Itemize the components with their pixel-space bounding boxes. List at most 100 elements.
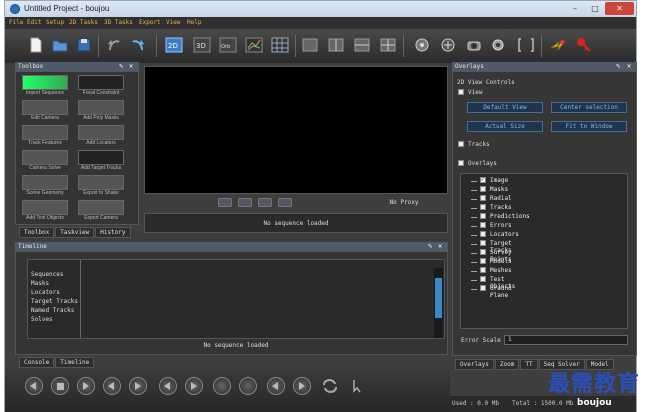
vertical-scrollbar[interactable] — [434, 268, 443, 338]
go-to-start-icon[interactable] — [25, 377, 43, 395]
new-file-icon[interactable] — [27, 36, 45, 54]
checkbox[interactable] — [480, 249, 486, 255]
tool-focal-constraint[interactable]: Focal Constraint — [74, 74, 128, 98]
minimize-button[interactable]: – — [565, 2, 585, 15]
fast-forward-icon[interactable] — [185, 377, 203, 395]
tab-timeline[interactable]: Timeline — [55, 357, 95, 368]
frame-icon[interactable] — [238, 198, 252, 207]
menu-3d-tasks[interactable]: 3D Tasks — [104, 19, 133, 26]
pin-icon[interactable]: ✎ — [616, 62, 620, 70]
undo-icon[interactable] — [105, 36, 123, 54]
reset-icon[interactable] — [213, 377, 231, 395]
menu-file[interactable]: File — [9, 19, 23, 26]
step-back-icon[interactable] — [103, 377, 121, 395]
step-forward-icon[interactable] — [129, 377, 147, 395]
save-icon[interactable] — [75, 36, 93, 54]
timeline-row[interactable]: Target Tracks — [31, 298, 78, 305]
proxy-label[interactable]: No Proxy — [374, 199, 434, 206]
checkbox[interactable] — [480, 267, 486, 273]
stop-icon[interactable] — [51, 377, 69, 395]
timeline-tracks[interactable]: Sequences Masks Locators Target Tracks N… — [27, 259, 445, 339]
tool-export-to-shake[interactable]: Export to Shake — [74, 174, 128, 198]
tool-add-poly-masks[interactable]: Add Poly Masks — [74, 99, 128, 123]
center-selection-button[interactable]: Center selection — [551, 102, 627, 113]
error-scale-field[interactable]: 1 — [504, 335, 628, 345]
checkbox[interactable] — [480, 204, 486, 210]
tool-add-locators[interactable]: Add Locators — [74, 124, 128, 148]
close-icon[interactable]: ✕ — [438, 242, 442, 250]
tab-toolbox[interactable]: Toolbox — [19, 227, 55, 238]
view-2d-icon[interactable]: 2D — [165, 36, 183, 54]
menu-view[interactable]: View — [166, 19, 180, 26]
tab-console[interactable]: Console — [19, 357, 55, 368]
layout-split-icon[interactable] — [327, 36, 345, 54]
loop-icon[interactable] — [321, 377, 339, 395]
timeline-row[interactable]: Masks — [31, 280, 49, 287]
refresh-icon[interactable] — [239, 377, 257, 395]
grid-view-icon[interactable] — [271, 36, 289, 54]
snapshot-icon[interactable] — [218, 198, 232, 207]
camera-view-icon[interactable] — [491, 36, 509, 54]
pointer-icon[interactable] — [347, 377, 365, 395]
tool-add-test-objects[interactable]: Add Test Objects — [18, 199, 72, 223]
prev-key-icon[interactable] — [267, 377, 285, 395]
checkbox[interactable]: ✓ — [480, 176, 486, 183]
menu-help[interactable]: Help — [187, 19, 201, 26]
timeline-row[interactable]: Locators — [31, 289, 60, 296]
menu-2d-tasks[interactable]: 2D Tasks — [69, 19, 98, 26]
redo-icon[interactable] — [129, 36, 147, 54]
menu-export[interactable]: Export — [139, 19, 161, 26]
timeline-row[interactable]: Solves — [31, 316, 53, 323]
tool-export-camera[interactable]: Export Camera — [74, 199, 128, 223]
timeline-row[interactable]: Sequences — [31, 271, 64, 278]
checkbox[interactable] — [480, 186, 486, 192]
orbit-view-icon[interactable]: Orb — [219, 36, 237, 54]
pin-icon[interactable]: ✎ — [428, 242, 432, 250]
tool-edit-camera[interactable]: Edit Camera — [18, 99, 72, 123]
tracks-toggle[interactable] — [458, 141, 464, 147]
image-viewer[interactable] — [144, 66, 448, 194]
fit-to-window-button[interactable]: Fit to Window — [551, 121, 627, 132]
view-toggle[interactable] — [458, 89, 464, 95]
camera-track-icon[interactable] — [413, 36, 431, 54]
checkbox[interactable] — [480, 276, 486, 282]
camera-icon[interactable] — [465, 36, 483, 54]
tab-overlays[interactable]: Overlays — [455, 359, 494, 370]
fast-rewind-icon[interactable] — [159, 377, 177, 395]
tab-zoom[interactable]: Zoom — [494, 359, 520, 370]
actual-size-button[interactable]: Actual Size — [467, 121, 543, 132]
frame-bracket-icon[interactable] — [517, 36, 535, 54]
next-key-icon[interactable] — [293, 377, 311, 395]
bolt-icon[interactable] — [549, 36, 567, 54]
layout-rows-icon[interactable] — [353, 36, 371, 54]
pin-icon[interactable]: ✎ — [119, 62, 123, 70]
timeline-row[interactable]: Named Tracks — [31, 307, 74, 314]
checkbox[interactable] — [480, 231, 486, 237]
key-icon[interactable] — [575, 36, 593, 54]
tab-tt[interactable]: TT — [520, 359, 538, 370]
checkbox[interactable] — [480, 258, 486, 264]
overlays-toggle[interactable] — [458, 160, 464, 166]
close-icon[interactable]: ✕ — [129, 62, 133, 70]
checkbox[interactable] — [480, 285, 486, 291]
rewind-icon[interactable] — [258, 198, 272, 207]
layout-quad-icon[interactable] — [379, 36, 397, 54]
tool-add-target-tracks[interactable]: Add Target Tracks — [74, 149, 128, 173]
layout-single-icon[interactable] — [301, 36, 319, 54]
play-icon[interactable] — [77, 377, 95, 395]
menu-edit[interactable]: Edit — [27, 19, 41, 26]
close-icon[interactable]: ✕ — [627, 62, 631, 70]
checkbox[interactable] — [480, 195, 486, 201]
checkbox[interactable] — [480, 240, 486, 246]
tool-camera-solve[interactable]: Camera Solve — [18, 149, 72, 173]
maximize-button[interactable]: □ — [585, 2, 605, 15]
open-folder-icon[interactable] — [51, 36, 69, 54]
options-icon[interactable] — [278, 198, 292, 207]
default-view-button[interactable]: Default View — [467, 102, 543, 113]
tool-import-sequence[interactable]: Import Sequence — [18, 74, 72, 98]
tab-history[interactable]: History — [95, 227, 131, 238]
camera-solve-icon[interactable] — [439, 36, 457, 54]
tab-taskview[interactable]: Taskview — [55, 227, 95, 238]
graph-view-icon[interactable] — [245, 36, 263, 54]
tool-track-features[interactable]: Track Features — [18, 124, 72, 148]
